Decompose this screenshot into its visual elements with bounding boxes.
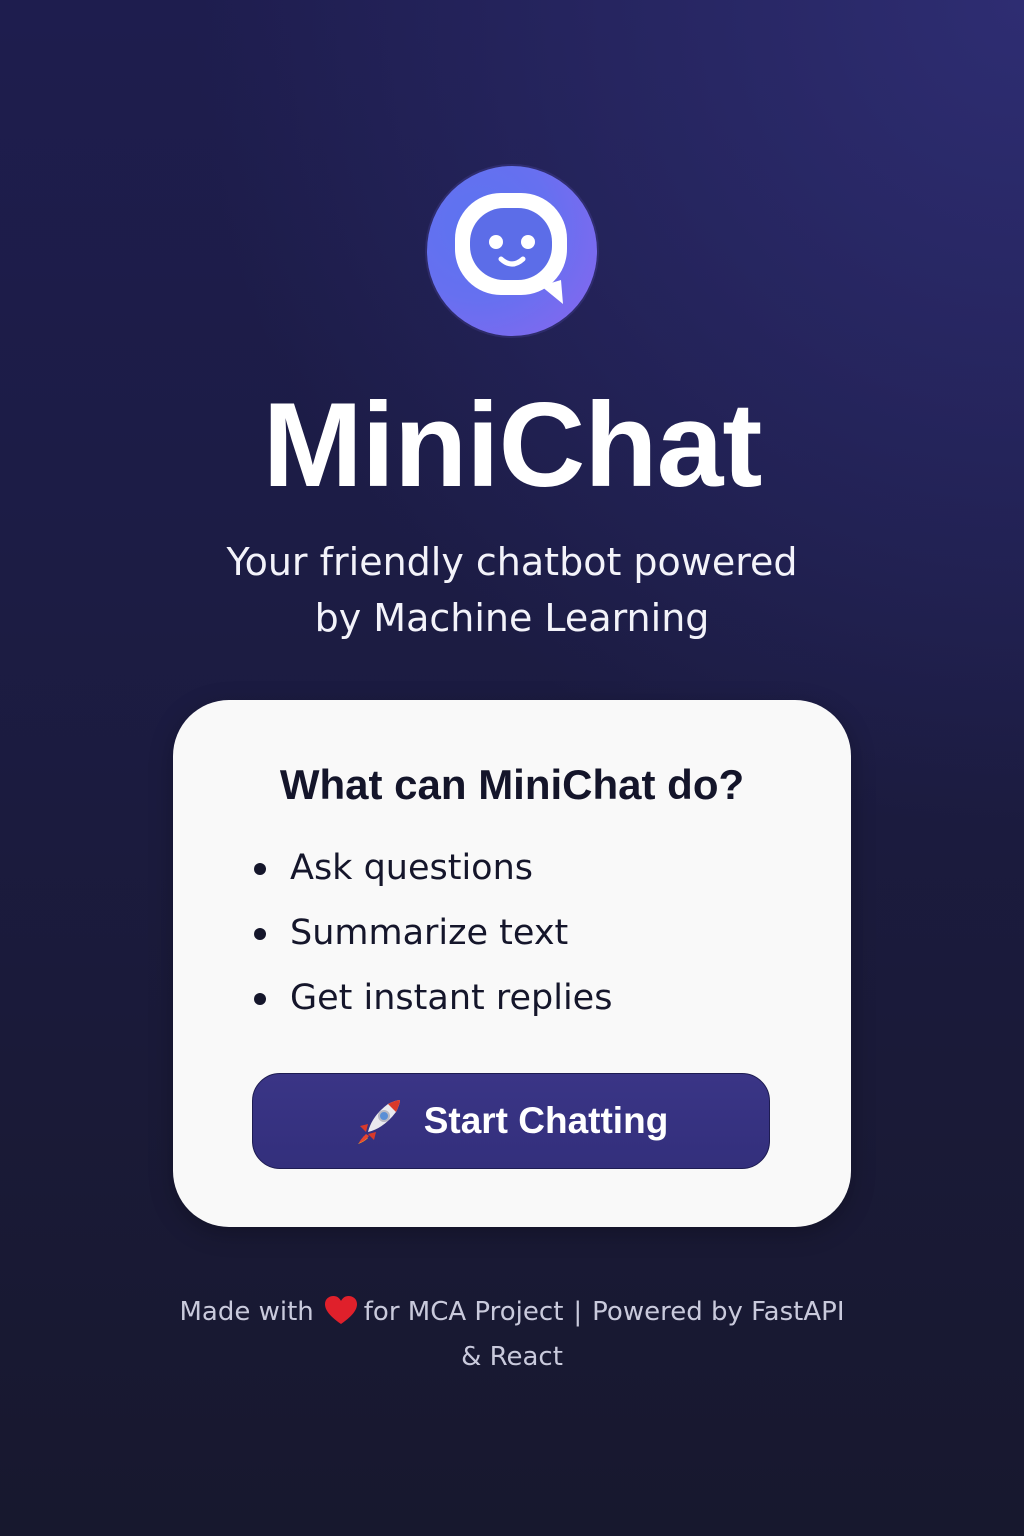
- bullet-icon: [254, 928, 266, 940]
- start-chatting-button[interactable]: Start Chatting: [252, 1073, 770, 1169]
- features-card: What can MiniChat do? Ask questions Summ…: [173, 700, 851, 1227]
- subtitle-line-2: by Machine Learning: [314, 596, 710, 640]
- app-title: MiniChat: [262, 378, 763, 512]
- app-subtitle: Your friendly chatbot powered by Machine…: [0, 534, 1024, 646]
- bullet-icon: [254, 993, 266, 1005]
- feature-label: Ask questions: [290, 848, 534, 888]
- footer-line-2: & React: [461, 1342, 563, 1372]
- rocket-icon: [357, 1100, 400, 1144]
- footer-line-1: Made with for MCA Project | Powered by Fast…: [0, 1290, 1024, 1335]
- start-chatting-label: Start Chatting: [423, 1100, 669, 1141]
- footer: Made with for MCA Project | Powered by Fast…: [0, 1290, 1024, 1380]
- app-logo: [427, 166, 597, 336]
- feature-list: Ask questions Summarize text Get instant…: [247, 840, 612, 1035]
- subtitle-line-1: Your friendly chatbot powered: [226, 540, 798, 584]
- list-item: Ask questions: [247, 840, 612, 905]
- separator: |: [573, 1297, 583, 1327]
- list-item: Get instant replies: [247, 970, 612, 1035]
- list-item: Summarize text: [247, 905, 612, 970]
- project-text: for MCA Project: [363, 1297, 564, 1327]
- powered-by-text: Powered by FastAPI: [592, 1297, 845, 1327]
- feature-label: Get instant replies: [290, 978, 613, 1018]
- card-heading: What can MiniChat do?: [279, 761, 745, 808]
- heart-icon: [324, 1296, 357, 1324]
- bullet-icon: [254, 863, 266, 875]
- feature-label: Summarize text: [290, 913, 569, 953]
- made-with-text: Made with: [179, 1297, 314, 1327]
- chatbot-smiley-icon: [455, 193, 567, 304]
